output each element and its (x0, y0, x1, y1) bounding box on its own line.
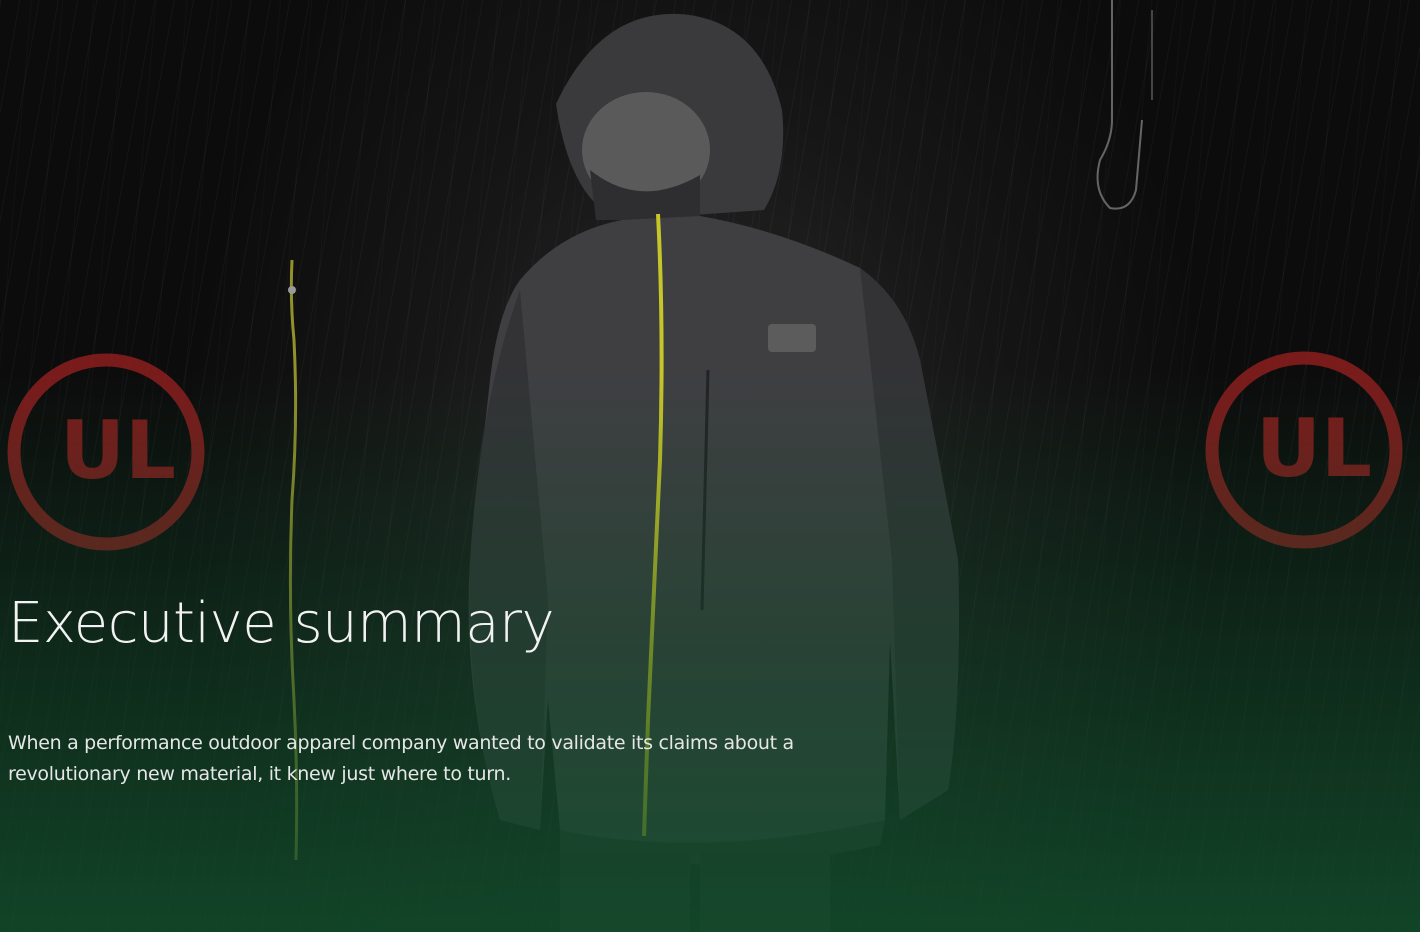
ul-logo-icon: UL (7, 353, 205, 551)
cord-clip (288, 286, 296, 294)
ul-logo-icon: UL (1205, 351, 1403, 549)
jacket-icon (468, 13, 959, 932)
hero-banner: UL UL Executive summary When a performan… (0, 0, 1420, 932)
svg-text:UL: UL (1256, 402, 1372, 495)
page-title: Executive summary (8, 591, 555, 656)
hanging-wire (1096, 0, 1143, 210)
hero-image: UL UL (7, 0, 1403, 932)
svg-text:UL: UL (60, 404, 176, 497)
summary-text: When a performance outdoor apparel compa… (8, 732, 794, 785)
